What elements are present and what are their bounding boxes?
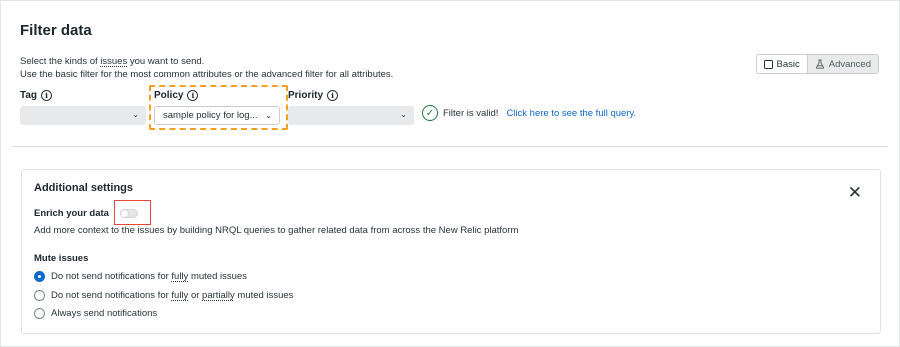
priority-select[interactable]: ⌄ (288, 106, 414, 125)
info-icon[interactable]: i (187, 90, 199, 101)
chevron-down-icon: ⌄ (265, 111, 272, 120)
radio-button[interactable] (34, 308, 45, 319)
info-icon[interactable]: i (327, 90, 339, 101)
validation-text: Filter is valid! (443, 107, 499, 119)
mute-option-fully[interactable]: Do not send notifications for fully mute… (34, 271, 247, 282)
additional-settings-panel: Additional settings ✕ Enrich your data A… (21, 169, 881, 334)
enrich-data-label: Enrich your data (34, 208, 109, 219)
filter-mode-toggle: Basic Advanced (755, 54, 879, 74)
radio-label: Do not send notifications for fully or p… (51, 290, 294, 301)
chevron-down-icon: ⌄ (400, 110, 407, 119)
filter-description: Select the kinds of issues you want to s… (20, 56, 393, 81)
tag-label: Tag i (20, 90, 53, 101)
basic-mode-button[interactable]: Basic (756, 55, 808, 73)
mute-option-always[interactable]: Always send notifications (34, 308, 157, 319)
chevron-down-icon: ⌄ (132, 110, 139, 119)
check-circle-icon: ✓ (422, 105, 438, 121)
section-divider (12, 146, 888, 147)
close-icon[interactable]: ✕ (848, 184, 862, 201)
description-line-1: Select the kinds of issues you want to s… (20, 56, 205, 67)
radio-button[interactable] (34, 290, 45, 301)
flask-icon (815, 59, 824, 69)
additional-settings-title: Additional settings (34, 182, 133, 194)
advanced-mode-button[interactable]: Advanced (808, 55, 878, 73)
radio-label: Do not send notifications for fully mute… (51, 271, 247, 282)
policy-select[interactable]: sample policy for log... ⌄ (154, 106, 280, 125)
description-line-2: Use the basic filter for the most common… (20, 68, 394, 80)
enrich-data-description: Add more context to the issues by buildi… (34, 225, 519, 236)
radio-label: Always send notifications (51, 308, 158, 319)
priority-label: Priority i (288, 90, 339, 101)
info-icon[interactable]: i (41, 90, 53, 101)
page-title: Filter data (20, 22, 92, 39)
square-icon (763, 59, 773, 69)
mute-issues-title: Mute issues (34, 253, 89, 264)
policy-label: Policy i (154, 90, 199, 101)
filter-validation: ✓ Filter is valid! Click here to see the… (422, 105, 636, 121)
toggle-highlight-annotation (114, 200, 151, 225)
full-query-link[interactable]: Click here to see the full query. (506, 108, 636, 119)
tag-select[interactable]: ⌄ (20, 106, 146, 125)
issues-term: issues (100, 56, 128, 67)
filter-data-card: Filter data Select the kinds of issues y… (0, 0, 900, 347)
mute-option-partially[interactable]: Do not send notifications for fully or p… (34, 290, 293, 301)
radio-button[interactable] (34, 271, 45, 282)
